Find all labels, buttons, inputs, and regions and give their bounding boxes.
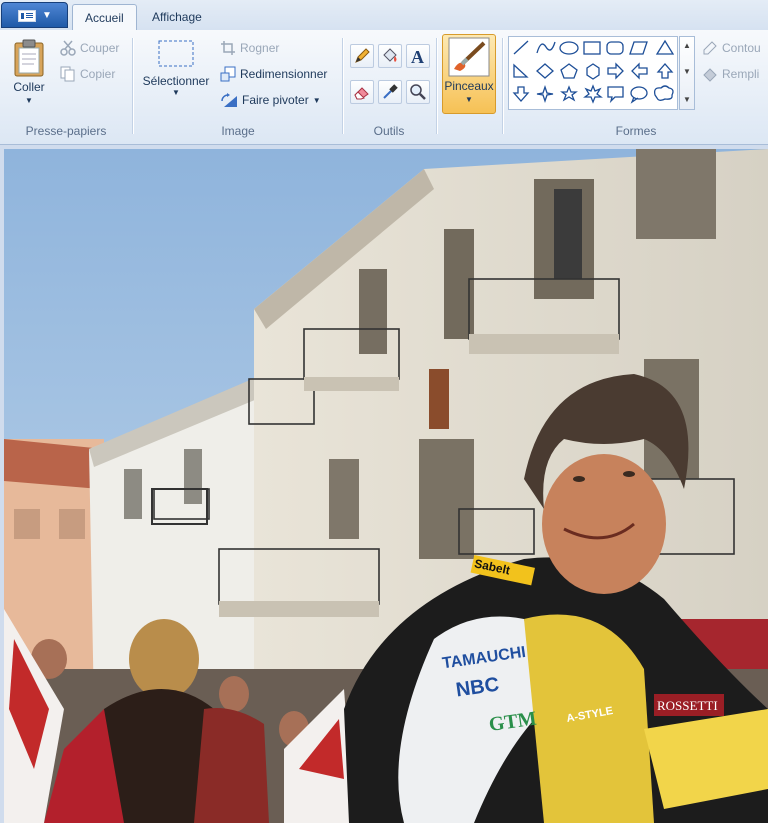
magnifier-icon <box>410 84 426 100</box>
brushes-label: Pinceaux <box>444 79 494 93</box>
image-group: Sélectionner ▼ Rogner Redimensionner Fai… <box>134 32 342 140</box>
crop-button[interactable]: Rogner <box>220 40 279 56</box>
copy-icon <box>60 66 75 82</box>
cut-button[interactable]: Couper <box>60 40 119 56</box>
clipboard-group-label: Presse-papiers <box>25 124 107 138</box>
crop-icon <box>221 41 235 55</box>
cut-label: Couper <box>80 41 120 55</box>
image-group-label: Image <box>221 124 255 138</box>
chevron-down-icon: ▼ <box>25 96 33 105</box>
crop-label: Rogner <box>240 41 280 55</box>
tab-view[interactable]: Affichage <box>140 4 214 30</box>
chevron-down-icon: ▼ <box>465 95 473 104</box>
paint-menu-button[interactable]: ▼ <box>1 2 68 28</box>
brush-icon <box>448 37 490 77</box>
eyedropper-icon <box>383 84 398 99</box>
street-photo: Sabelt TAMAUCHI NBC GTM A-STYLE ROSSETTI <box>4 149 768 823</box>
svg-text:ROSSETTI: ROSSETTI <box>657 698 718 713</box>
paste-button[interactable]: Coller ▼ <box>6 38 52 116</box>
tab-bar: ▼ Accueil Affichage <box>0 0 768 31</box>
pencil-icon <box>355 48 370 63</box>
rotate-icon <box>221 93 237 107</box>
canvas-photo[interactable]: Sabelt TAMAUCHI NBC GTM A-STYLE ROSSETTI <box>4 149 768 823</box>
text-tool[interactable]: A <box>406 44 430 68</box>
rotate-label: Faire pivoter <box>242 93 309 107</box>
svg-text:A: A <box>411 47 424 65</box>
paste-label: Coller <box>13 80 45 94</box>
copy-button[interactable]: Copier <box>60 66 115 82</box>
chevron-down-icon: ▼ <box>42 10 52 21</box>
shapes-group-label: Formes <box>615 124 657 138</box>
clipboard-icon <box>14 39 44 77</box>
tab-home[interactable]: Accueil <box>72 4 137 31</box>
divider <box>436 38 437 134</box>
brushes-button[interactable]: Pinceaux ▼ <box>442 34 496 114</box>
chevron-down-icon: ▼ <box>172 88 180 97</box>
ribbon: Coller ▼ Couper Copier Presse-papiers Sé… <box>0 30 768 145</box>
magnifier-tool[interactable] <box>406 80 430 104</box>
tools-group-label: Outils <box>373 124 405 138</box>
scissors-icon <box>60 40 76 56</box>
divider <box>502 38 503 134</box>
resize-button[interactable]: Redimensionner <box>220 66 327 82</box>
chevron-down-icon: ▼ <box>312 95 321 105</box>
select-button[interactable]: Sélectionner ▼ <box>140 38 212 116</box>
eraser-tool[interactable] <box>350 80 374 104</box>
resize-icon <box>220 66 236 82</box>
shapes-group: Formes <box>504 32 768 140</box>
eraser-icon <box>354 87 369 100</box>
paint-bucket-icon <box>383 48 397 62</box>
rotate-button[interactable]: Faire pivoter ▼ <box>220 92 321 108</box>
menu-icon <box>18 10 36 22</box>
color-picker-tool[interactable] <box>378 80 402 104</box>
fill-tool[interactable] <box>378 44 402 68</box>
tools-group: A Outils <box>344 32 434 140</box>
selection-rectangle-icon <box>158 40 194 67</box>
divider <box>342 38 343 134</box>
select-label: Sélectionner <box>142 74 210 88</box>
canvas-area: Sabelt TAMAUCHI NBC GTM A-STYLE ROSSETTI <box>0 145 768 823</box>
copy-label: Copier <box>80 67 116 81</box>
text-icon: A <box>411 47 424 65</box>
divider <box>132 38 133 134</box>
clipboard-group: Coller ▼ Couper Copier Presse-papiers <box>0 32 132 140</box>
resize-label: Redimensionner <box>240 67 328 81</box>
pencil-tool[interactable] <box>350 44 374 68</box>
